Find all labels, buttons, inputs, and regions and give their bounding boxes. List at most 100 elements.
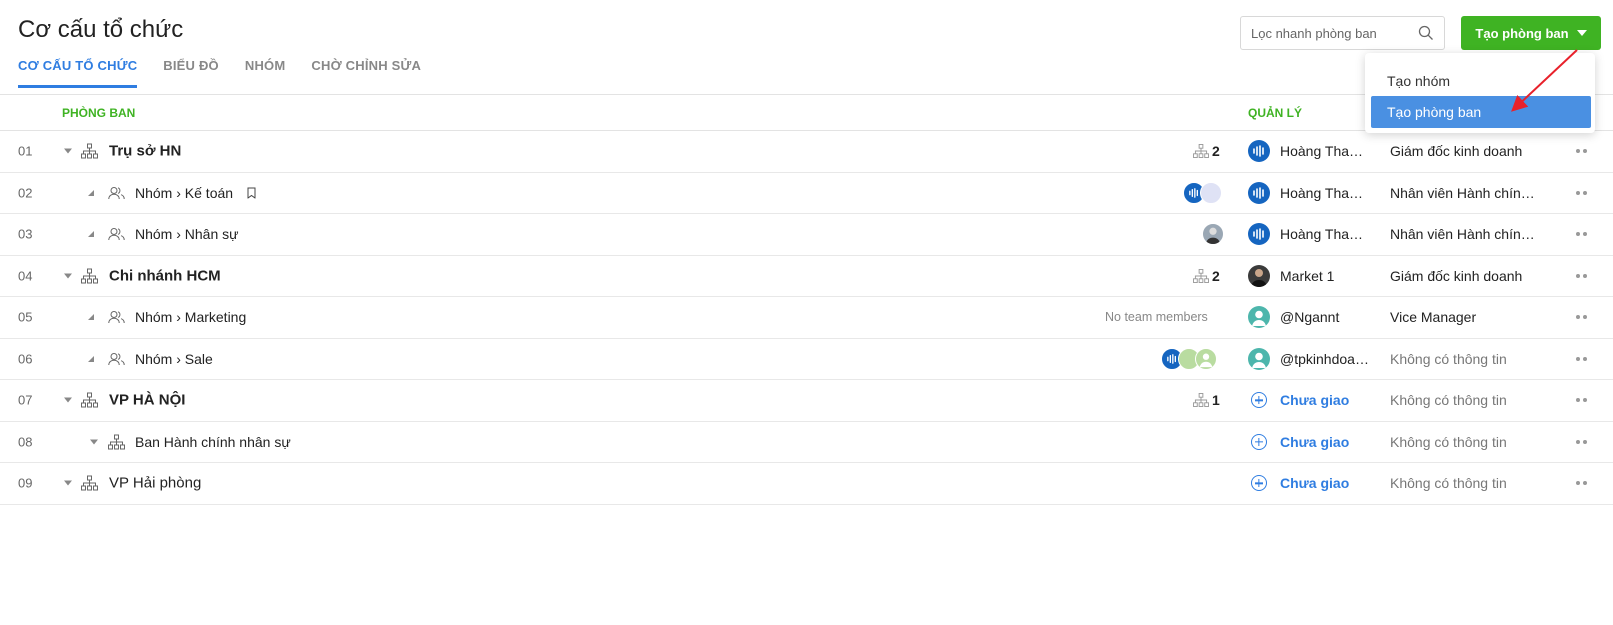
no-members-note: No team members	[1105, 310, 1208, 325]
menu-item-create-group[interactable]: Tạo nhóm	[1371, 65, 1591, 97]
assign-manager-icon[interactable]	[1251, 392, 1267, 409]
sub-department-count: 2	[1193, 268, 1220, 284]
tab-org-structure[interactable]: CƠ CẤU TỔ CHỨC	[18, 58, 138, 88]
manager-role: Giám đốc kinh doanh	[1390, 267, 1523, 284]
manager-role: Không có thông tin	[1390, 350, 1507, 367]
department-name[interactable]: VP HÀ NỘI	[109, 392, 185, 409]
more-options-icon[interactable]	[1576, 315, 1587, 320]
more-options-icon[interactable]	[1576, 273, 1587, 278]
row-number: 03	[18, 226, 33, 242]
department-name[interactable]: Nhóm › Kế toán	[135, 185, 233, 201]
expand-caret-icon[interactable]	[88, 355, 94, 362]
org-structure-page: Cơ cấu tổ chức CƠ CẤU TỔ CHỨC BIỂU ĐỒ NH…	[0, 0, 1613, 625]
search-box	[1240, 16, 1445, 50]
bookmark-icon[interactable]	[247, 187, 256, 199]
avatar	[1200, 181, 1222, 204]
department-name[interactable]: Ban Hành chính nhân sự	[135, 434, 291, 450]
avatar	[1248, 306, 1270, 329]
search-input[interactable]	[1251, 25, 1411, 41]
create-department-button[interactable]: Tạo phòng ban	[1461, 16, 1601, 50]
department-table: 01 Trụ sở HN 2 Hoàng Thanh Tùng Giám đốc…	[0, 131, 1613, 505]
avatar	[1248, 347, 1270, 370]
table-row[interactable]: 09 VP Hải phòng Chưa giao Không có thông…	[0, 463, 1613, 505]
table-row[interactable]: 08 Ban Hành chính nhân sự Chưa giao Khôn…	[0, 422, 1613, 463]
manager-role: Nhân viên Hành chính nhân sự	[1390, 184, 1540, 201]
table-row[interactable]: 03 Nhóm › Nhân sự Hoàng Thanh Tùng Nhân …	[0, 214, 1613, 256]
department-name[interactable]: Trụ sở HN	[109, 143, 181, 160]
department-name[interactable]: VP Hải phòng	[109, 475, 201, 492]
collapse-caret-icon[interactable]	[64, 397, 72, 403]
member-avatars	[1183, 181, 1222, 204]
collapse-caret-icon[interactable]	[90, 439, 98, 445]
expand-caret-icon[interactable]	[88, 314, 94, 321]
collapse-caret-icon[interactable]	[64, 273, 72, 279]
more-options-icon[interactable]	[1576, 149, 1587, 154]
org-tree-icon	[81, 143, 98, 159]
collapse-caret-icon[interactable]	[64, 480, 72, 486]
create-dropdown-menu: Tạo nhóm Tạo phòng ban	[1365, 53, 1595, 133]
manager-role: Nhân viên Hành chính nhân sự	[1390, 226, 1540, 243]
row-number: 01	[18, 143, 33, 159]
more-options-icon[interactable]	[1576, 398, 1587, 403]
unassigned-manager-link[interactable]: Chưa giao	[1280, 434, 1370, 450]
more-options-icon[interactable]	[1576, 481, 1587, 486]
org-tree-icon	[1193, 144, 1209, 159]
expand-caret-icon[interactable]	[88, 189, 94, 196]
more-options-icon[interactable]	[1576, 356, 1587, 361]
manager-role: Vice Manager	[1390, 309, 1477, 326]
tab-groups[interactable]: NHÓM	[245, 58, 286, 88]
menu-item-create-department[interactable]: Tạo phòng ban	[1371, 96, 1591, 128]
unassigned-manager-link[interactable]: Chưa giao	[1280, 475, 1370, 491]
chevron-down-icon	[1576, 30, 1587, 36]
row-number: 04	[18, 268, 33, 284]
more-options-icon[interactable]	[1576, 439, 1587, 444]
table-row[interactable]: 07 VP HÀ NỘI 1 Chưa giao Không có thông …	[0, 380, 1613, 422]
table-row[interactable]: 02 Nhóm › Kế toán Hoàng Thanh Tùng Nhân …	[0, 173, 1613, 214]
sub-count-value: 1	[1212, 392, 1220, 409]
manager-name[interactable]: Hoàng Thanh Tùng	[1280, 226, 1370, 242]
org-tree-icon	[1193, 393, 1209, 408]
row-number: 08	[18, 434, 33, 450]
manager-name[interactable]: Hoàng Thanh Tùng	[1280, 143, 1370, 159]
tab-chart[interactable]: BIỂU ĐỒ	[163, 58, 219, 88]
manager-name[interactable]: Hoàng Thanh Tùng	[1280, 185, 1370, 201]
member-avatars	[1202, 223, 1224, 246]
collapse-caret-icon[interactable]	[64, 148, 72, 154]
department-name[interactable]: Nhóm › Nhân sự	[135, 226, 239, 242]
expand-caret-icon[interactable]	[88, 231, 94, 238]
create-department-label: Tạo phòng ban	[1475, 25, 1569, 41]
manager-role: Không có thông tin	[1390, 433, 1507, 450]
assign-manager-icon[interactable]	[1251, 475, 1267, 492]
table-row[interactable]: 01 Trụ sở HN 2 Hoàng Thanh Tùng Giám đốc…	[0, 131, 1613, 173]
group-icon	[108, 311, 125, 324]
manager-name[interactable]: Market 1	[1280, 268, 1370, 284]
search-icon[interactable]	[1418, 25, 1434, 41]
org-tree-icon	[81, 268, 98, 284]
manager-name[interactable]: @Ngannt	[1280, 309, 1370, 325]
sub-count-value: 2	[1212, 143, 1220, 160]
tab-pending-edits[interactable]: CHỜ CHỈNH SỬA	[311, 58, 421, 88]
group-icon	[108, 352, 125, 365]
more-options-icon[interactable]	[1576, 232, 1587, 237]
manager-name[interactable]: @tpkinhdoanh	[1280, 351, 1370, 367]
more-options-icon[interactable]	[1576, 190, 1587, 195]
sub-department-count: 1	[1193, 392, 1220, 408]
manager-role: Giám đốc kinh doanh	[1390, 143, 1523, 160]
tab-bar: CƠ CẤU TỔ CHỨC BIỂU ĐỒ NHÓM CHỜ CHỈNH SỬ…	[18, 58, 421, 88]
org-tree-icon	[108, 434, 125, 450]
table-row[interactable]: 06 Nhóm › Sale @tpkinhdoanh Không có thô…	[0, 339, 1613, 380]
avatar	[1248, 140, 1270, 163]
unassigned-manager-link[interactable]: Chưa giao	[1280, 392, 1370, 408]
department-name[interactable]: Nhóm › Sale	[135, 351, 213, 367]
row-number: 02	[18, 185, 33, 201]
avatar	[1248, 264, 1270, 287]
department-name[interactable]: Nhóm › Marketing	[135, 309, 246, 325]
table-row[interactable]: 04 Chi nhánh HCM 2 Market 1 Giám đốc kin…	[0, 256, 1613, 297]
assign-manager-icon[interactable]	[1251, 433, 1267, 450]
org-tree-icon	[1193, 268, 1209, 283]
table-row[interactable]: 05 Nhóm › Marketing No team members @Nga…	[0, 297, 1613, 339]
avatar	[1195, 347, 1217, 370]
avatar	[1248, 223, 1270, 246]
avatar	[1248, 181, 1270, 204]
department-name[interactable]: Chi nhánh HCM	[109, 267, 221, 284]
